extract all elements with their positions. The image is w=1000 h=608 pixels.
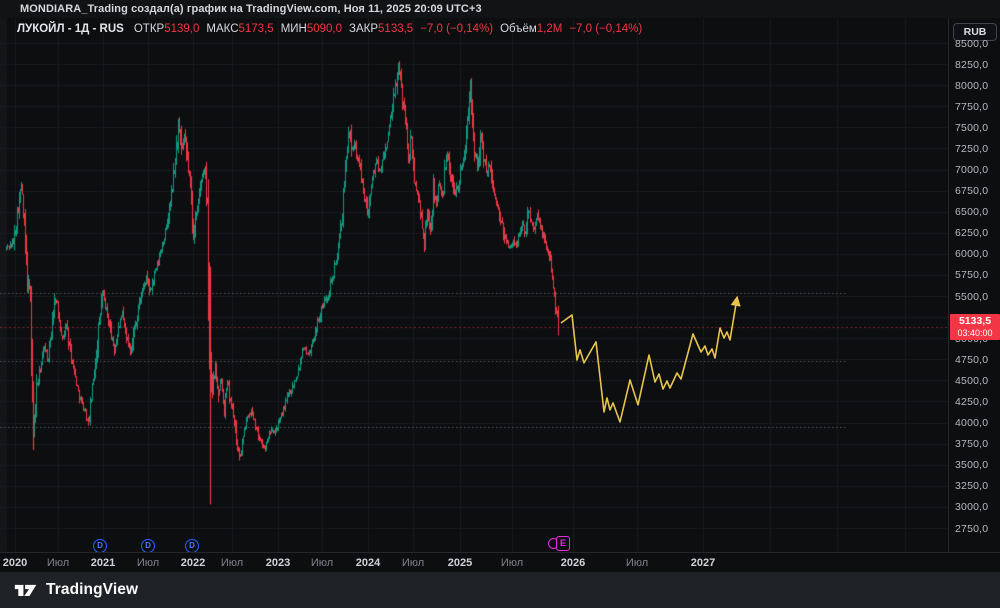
price-tick-label: 6500,0 xyxy=(955,206,1000,218)
legend-field: МИН5090,0 xyxy=(281,23,342,35)
last-price-value: 5133,5 xyxy=(950,315,1000,328)
time-label-month: Июл xyxy=(137,557,159,569)
earnings-badge-icon: E xyxy=(556,536,570,551)
price-tick-label: 8500,0 xyxy=(955,38,1000,50)
earnings-marker-icon[interactable]: E xyxy=(548,536,572,552)
price-tick-label: 4250,0 xyxy=(955,396,1000,408)
price-tick-label: 4000,0 xyxy=(955,417,1000,429)
price-axis[interactable]: RUB 8500,08250,08000,07750,07500,07250,0… xyxy=(948,18,1000,552)
price-tick-label: 3000,0 xyxy=(955,501,1000,513)
dividend-marker-icon[interactable]: D xyxy=(185,539,199,553)
time-label-month: Июл xyxy=(47,557,69,569)
ohlc-values: ОТКР5139,0МАКС5173,5МИН5090,0ЗАКР5133,5−… xyxy=(134,23,649,35)
legend-field: −7,0 (−0,14%) xyxy=(569,23,642,35)
legend-field: ЗАКР5133,5 xyxy=(349,23,413,35)
legend-field: Объём1,2M xyxy=(500,23,562,35)
price-tick-label: 6250,0 xyxy=(955,227,1000,239)
tradingview-brand-link[interactable]: TradingView xyxy=(46,581,138,599)
time-label-month: Июл xyxy=(402,557,424,569)
last-price-badge: 5133,5 03:40:00 xyxy=(950,314,1000,340)
price-tick-label: 6750,0 xyxy=(955,185,1000,197)
attribution-bar: MONDIARA_Trading создал(а) график на Tra… xyxy=(0,0,1000,18)
time-label-year: 2023 xyxy=(266,557,290,569)
time-label-year: 2027 xyxy=(691,557,715,569)
time-label-month: Июл xyxy=(221,557,243,569)
symbol-title[interactable]: ЛУКОЙЛ - 1Д - RUS xyxy=(17,23,124,35)
price-tick-label: 7250,0 xyxy=(955,143,1000,155)
tradingview-chart-app: MONDIARA_Trading создал(а) график на Tra… xyxy=(0,0,1000,608)
attribution-text: MONDIARA_Trading создал(а) график на Tra… xyxy=(20,3,482,15)
time-label-year: 2024 xyxy=(356,557,380,569)
price-tick-label: 7000,0 xyxy=(955,164,1000,176)
candlestick-chart-pane[interactable] xyxy=(0,0,1000,608)
time-label-year: 2026 xyxy=(561,557,585,569)
price-tick-label: 7500,0 xyxy=(955,122,1000,134)
time-label-year: 2025 xyxy=(448,557,472,569)
time-label-month: Июл xyxy=(626,557,648,569)
time-label-year: 2022 xyxy=(181,557,205,569)
time-label-year: 2021 xyxy=(91,557,115,569)
symbol-legend: ЛУКОЙЛ - 1Д - RUS ОТКР5139,0 МАКС5173,5 МИН… xyxy=(17,23,649,35)
price-tick-label: 8250,0 xyxy=(955,59,1000,71)
price-tick-label: 3250,0 xyxy=(955,480,1000,492)
price-tick-label: 7750,0 xyxy=(955,101,1000,113)
price-tick-label: 8000,0 xyxy=(955,80,1000,92)
price-tick-label: 5750,0 xyxy=(955,269,1000,281)
tradingview-logo-icon[interactable] xyxy=(14,580,38,600)
price-tick-label: 4500,0 xyxy=(955,375,1000,387)
bar-countdown: 03:40:00 xyxy=(950,328,1000,338)
legend-field: −7,0 (−0,14%) xyxy=(420,23,493,35)
legend-field: МАКС5173,5 xyxy=(206,23,273,35)
time-axis[interactable]: 2020 Июл 2021 Июл 2022 Июл 2023 Июл 2024 Июл 2025 И… xyxy=(0,552,1000,572)
dividend-marker-icon[interactable]: D xyxy=(93,539,107,553)
footer-bar: TradingView xyxy=(0,572,1000,608)
price-tick-label: 3750,0 xyxy=(955,438,1000,450)
time-label-year: 2020 xyxy=(3,557,27,569)
price-tick-label: 2750,0 xyxy=(955,523,1000,535)
price-tick-label: 5500,0 xyxy=(955,291,1000,303)
legend-field: ОТКР5139,0 xyxy=(134,23,200,35)
time-label-month: Июл xyxy=(501,557,523,569)
price-tick-label: 4750,0 xyxy=(955,354,1000,366)
time-label-month: Июл xyxy=(311,557,333,569)
price-tick-label: 6000,0 xyxy=(955,248,1000,260)
dividend-marker-icon[interactable]: D xyxy=(141,539,155,553)
price-tick-label: 3500,0 xyxy=(955,459,1000,471)
